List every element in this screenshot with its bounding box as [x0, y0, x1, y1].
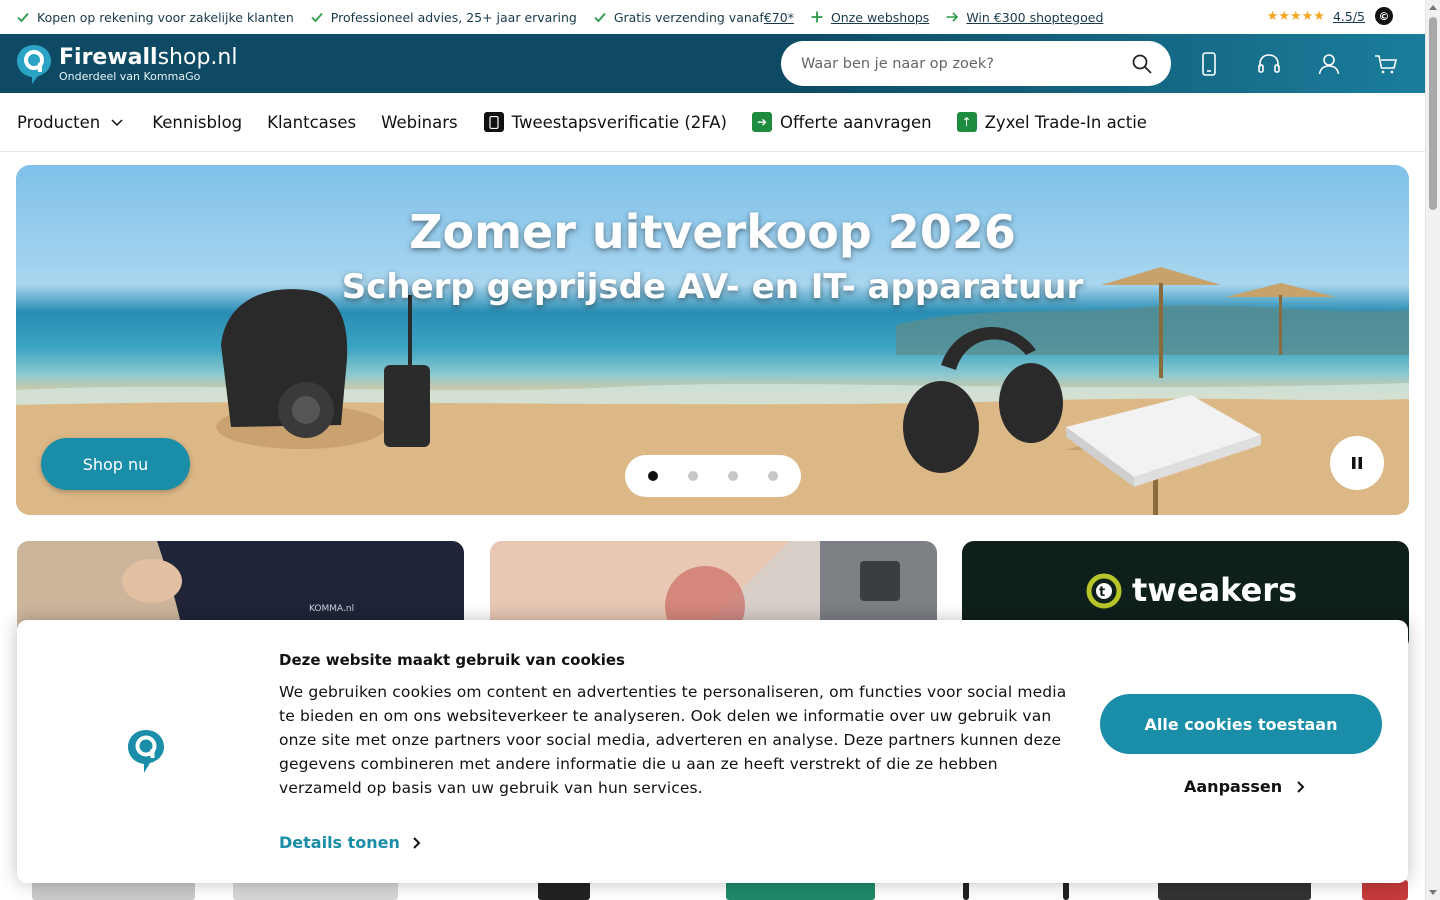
rating-value[interactable]: 4.5/5	[1333, 9, 1365, 24]
kommago-logo-icon	[128, 730, 164, 773]
arrow-right-badge-icon: ➔	[751, 112, 772, 132]
kiyoh-icon: ©	[1375, 7, 1393, 25]
hero-banner[interactable]: Zomer uitverkoop 2026 Scherp geprijsde A…	[16, 165, 1409, 515]
nav-label: Producten	[17, 112, 101, 132]
product-thumb[interactable]	[963, 880, 969, 900]
product-thumb[interactable]	[1063, 880, 1069, 900]
chevron-down-icon	[111, 119, 123, 127]
usp-label: Gratis verzending vanaf	[613, 9, 764, 25]
pause-icon	[1352, 457, 1362, 469]
check-icon	[594, 12, 606, 23]
headset-icon[interactable]	[1256, 51, 1282, 77]
product-thumb[interactable]	[32, 880, 195, 900]
nav-label: Webinars	[381, 112, 458, 132]
svg-text:KOMMA.nl: KOMMA.nl	[309, 604, 354, 614]
phone-badge-icon	[483, 112, 504, 132]
tweakers-wordmark: tweakers	[1132, 571, 1298, 609]
product-thumb[interactable]	[538, 880, 590, 900]
customize-label: Aanpassen	[1184, 777, 1283, 796]
nav-item-products[interactable]: Producten	[17, 113, 124, 132]
slide-dot[interactable]	[728, 471, 738, 481]
user-icon[interactable]	[1316, 51, 1342, 77]
product-thumb[interactable]	[1158, 880, 1311, 900]
tweakers-logo-icon: t	[1086, 573, 1122, 609]
pause-button[interactable]	[1330, 436, 1384, 490]
usp-label: Kopen op rekening voor zakelijke klanten	[37, 9, 294, 25]
nav-label: Zyxel Trade-In actie	[984, 112, 1147, 132]
chevron-right-icon	[1297, 780, 1305, 793]
usp-bar: Kopen op rekening voor zakelijke klanten…	[0, 0, 1425, 34]
cookie-title: Deze website maakt gebruik van cookies	[279, 651, 625, 669]
shipping-threshold-link[interactable]: €70*	[764, 10, 794, 25]
arrow-right-icon	[946, 12, 959, 22]
nav-item-blog[interactable]: Kennisblog	[152, 113, 242, 132]
nav-label: Klantcases	[267, 112, 357, 132]
usp-label: Professioneel advies, 25+ jaar ervaring	[330, 9, 577, 25]
customize-button[interactable]: Aanpassen	[1184, 777, 1306, 796]
accept-all-cookies-button[interactable]: Alle cookies toestaan	[1100, 694, 1382, 754]
check-icon	[311, 12, 323, 23]
slide-dot[interactable]	[648, 471, 658, 481]
chevron-right-icon	[413, 836, 421, 849]
product-thumb[interactable]	[233, 880, 398, 900]
logo[interactable]: Firewallshop.nl Onderdeel van KommaGo	[16, 43, 237, 85]
shop-now-button[interactable]: Shop nu	[41, 438, 190, 490]
nav-item-tradein[interactable]: ↑ Zyxel Trade-In actie	[956, 112, 1147, 132]
webshops-link[interactable]: Onze webshops	[831, 10, 929, 25]
scroll-up-arrow-icon[interactable]	[1429, 5, 1437, 10]
search-icon[interactable]	[1131, 53, 1153, 75]
logo-icon	[17, 45, 51, 84]
arrow-up-badge-icon: ↑	[956, 112, 977, 132]
slide-dots	[625, 455, 801, 497]
hero-subtitle: Scherp geprijsde AV- en IT- apparatuur	[341, 267, 1084, 307]
usp-item[interactable]: Win €300 shoptegoed	[945, 10, 1103, 25]
win-credit-link[interactable]: Win €300 shoptegoed	[966, 10, 1103, 25]
nav-item-2fa[interactable]: Tweestapsverificatie (2FA)	[483, 112, 727, 132]
details-label: Details tonen	[279, 833, 400, 852]
details-link[interactable]: Details tonen	[279, 833, 422, 852]
scroll-down-arrow-icon[interactable]	[1429, 890, 1437, 895]
nav-label: Offerte aanvragen	[779, 112, 932, 132]
nav-item-webinars[interactable]: Webinars	[381, 113, 458, 132]
logo-wordmark: Firewallshop.nl	[59, 44, 238, 70]
stars: ★★★★★	[1266, 8, 1325, 24]
nav-item-cases[interactable]: Klantcases	[267, 113, 356, 132]
rating[interactable]: ★★★★★ 4.5/5 ©	[1267, 7, 1393, 25]
usp-item[interactable]: Onze webshops	[810, 10, 929, 25]
search-input[interactable]	[801, 55, 1121, 72]
nav-item-quote[interactable]: ➔ Offerte aanvragen	[751, 112, 932, 132]
site-header: Firewallshop.nl Onderdeel van KommaGo	[0, 34, 1425, 93]
plus-icon	[811, 11, 823, 23]
logo-text: Firewallshop.nl Onderdeel van KommaGo	[59, 44, 238, 83]
main-nav: Producten Kennisblog Klantcases Webinars…	[0, 93, 1425, 152]
product-thumb[interactable]	[1362, 880, 1408, 900]
page-scrollbar[interactable]	[1425, 0, 1440, 900]
usp-item: Gratis verzending vanaf €70*	[593, 10, 794, 25]
product-thumb[interactable]	[726, 880, 875, 900]
usp-item: Kopen op rekening voor zakelijke klanten	[16, 10, 294, 25]
hero-title: Zomer uitverkoop 2026	[409, 205, 1016, 259]
slide-dot[interactable]	[768, 471, 778, 481]
nav-label: Kennisblog	[152, 112, 243, 132]
search-bar	[781, 41, 1171, 86]
check-icon	[17, 12, 29, 23]
cookie-banner: Deze website maakt gebruik van cookies W…	[17, 620, 1408, 883]
nav-label: Tweestapsverificatie (2FA)	[511, 112, 727, 132]
logo-subtitle: Onderdeel van KommaGo	[59, 69, 201, 83]
cookie-text: We gebruiken cookies om content en adver…	[279, 683, 1067, 797]
slide-dot[interactable]	[688, 471, 698, 481]
cart-icon[interactable]	[1373, 51, 1399, 77]
phone-icon[interactable]	[1196, 51, 1222, 77]
scroll-thumb[interactable]	[1429, 17, 1437, 210]
svg-text:t: t	[1099, 585, 1105, 600]
usp-item: Professioneel advies, 25+ jaar ervaring	[310, 10, 577, 25]
